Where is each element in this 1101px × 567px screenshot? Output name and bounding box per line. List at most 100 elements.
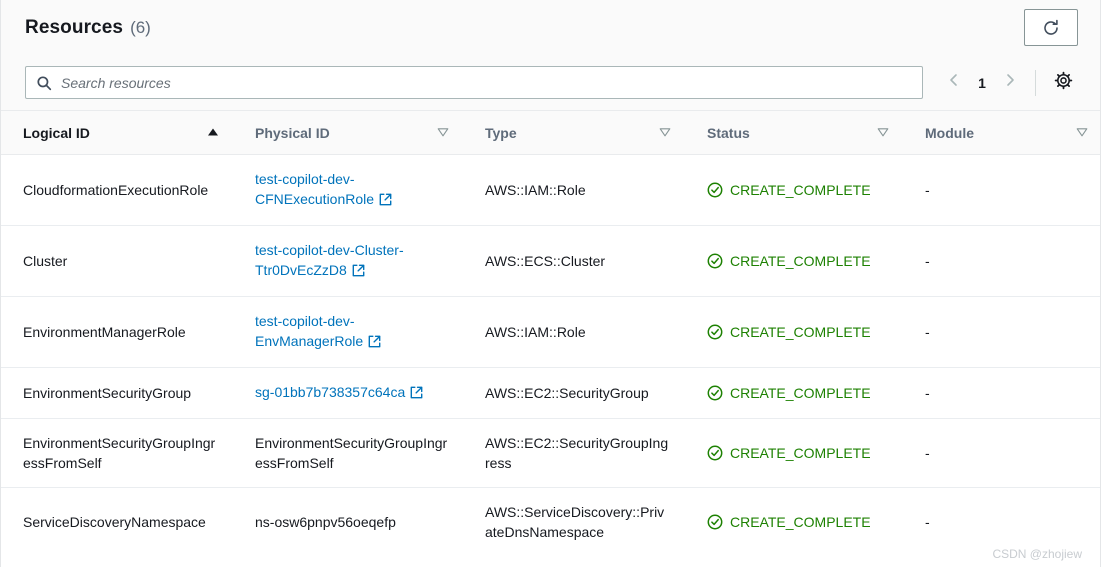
physical-id-link[interactable]: test-copilot-dev-CFNExecutionRole [255, 171, 392, 207]
cell-module: - [903, 155, 1100, 226]
panel-header: Resources (6) [1, 0, 1100, 55]
physical-id-link[interactable]: test-copilot-dev-Cluster-Ttr0DvEcZzD8 [255, 242, 404, 278]
cell-module: - [903, 368, 1100, 419]
table-header-row: Logical ID Physical ID [1, 111, 1100, 155]
status-badge: CREATE_COMPLETE [707, 512, 889, 532]
triangle-down-outline-icon [659, 125, 671, 141]
filter-row: Search resources 1 [1, 55, 1100, 110]
table-body: CloudformationExecutionRole test-copilot-… [1, 155, 1100, 557]
table-row: EnvironmentSecurityGroupIngressFromSelfE… [1, 419, 1100, 488]
triangle-down-outline-icon [877, 125, 889, 141]
cell-status: CREATE_COMPLETE [685, 297, 903, 368]
cell-module: - [903, 297, 1100, 368]
table-row: Cluster test-copilot-dev-Cluster-Ttr0DvEc… [1, 226, 1100, 297]
column-header-status[interactable]: Status [685, 111, 903, 155]
column-header-type-label: Type [485, 125, 517, 141]
cell-status: CREATE_COMPLETE [685, 488, 903, 557]
cell-physical-id[interactable]: sg-01bb7b738357c64ca [233, 368, 463, 419]
physical-id-link[interactable]: sg-01bb7b738357c64ca [255, 384, 423, 400]
status-label: CREATE_COMPLETE [730, 443, 871, 463]
status-label: CREATE_COMPLETE [730, 322, 871, 342]
table-row: EnvironmentManagerRole test-copilot-dev-E… [1, 297, 1100, 368]
cell-type: AWS::ServiceDiscovery::PrivateDnsNamespa… [463, 488, 685, 557]
triangle-down-outline-icon [1076, 125, 1088, 141]
page-title-text: Resources [25, 17, 123, 39]
status-badge: CREATE_COMPLETE [707, 180, 889, 200]
resources-table-container: Logical ID Physical ID [1, 110, 1100, 567]
cell-physical-id[interactable]: test-copilot-dev-CFNExecutionRole [233, 155, 463, 226]
physical-id-link-label: sg-01bb7b738357c64ca [255, 384, 405, 400]
cell-type: AWS::IAM::Role [463, 297, 685, 368]
cell-physical-id[interactable]: test-copilot-dev-Cluster-Ttr0DvEcZzD8 [233, 226, 463, 297]
cell-status: CREATE_COMPLETE [685, 155, 903, 226]
column-header-logical-id-label: Logical ID [23, 125, 90, 141]
status-success-icon [707, 514, 723, 530]
cell-type: AWS::ECS::Cluster [463, 226, 685, 297]
chevron-right-icon [1003, 73, 1017, 92]
cell-status: CREATE_COMPLETE [685, 368, 903, 419]
column-header-logical-id[interactable]: Logical ID [1, 111, 233, 155]
triangle-down-outline-icon [437, 125, 449, 141]
column-header-type[interactable]: Type [463, 111, 685, 155]
cell-logical-id: EnvironmentSecurityGroup [1, 368, 233, 419]
physical-id-link-label: test-copilot-dev-EnvManagerRole [255, 313, 363, 349]
status-badge: CREATE_COMPLETE [707, 443, 889, 463]
status-badge: CREATE_COMPLETE [707, 322, 889, 342]
cell-type: AWS::EC2::SecurityGroupIngress [463, 419, 685, 488]
external-link-icon [379, 191, 392, 211]
gear-icon [1054, 71, 1073, 95]
cell-module: - [903, 226, 1100, 297]
status-badge: CREATE_COMPLETE [707, 383, 889, 403]
search-input[interactable]: Search resources [25, 66, 923, 99]
cell-type: AWS::IAM::Role [463, 155, 685, 226]
table-row: CloudformationExecutionRole test-copilot-… [1, 155, 1100, 226]
cell-physical-id: EnvironmentSecurityGroupIngressFromSelf [233, 419, 463, 488]
status-success-icon [707, 324, 723, 340]
refresh-icon [1041, 18, 1061, 38]
cell-status: CREATE_COMPLETE [685, 419, 903, 488]
table-header: Logical ID Physical ID [1, 111, 1100, 155]
search-placeholder: Search resources [61, 75, 171, 91]
external-link-icon [410, 384, 423, 404]
cell-logical-id: ServiceDiscoveryNamespace [1, 488, 233, 557]
status-success-icon [707, 253, 723, 269]
column-header-physical-id[interactable]: Physical ID [233, 111, 463, 155]
pagination-next-button[interactable] [995, 68, 1025, 98]
status-success-icon [707, 385, 723, 401]
cell-physical-id: ns-osw6pnpv56oeqefp [233, 488, 463, 557]
status-success-icon [707, 445, 723, 461]
cell-logical-id: EnvironmentManagerRole [1, 297, 233, 368]
resources-panel: Resources (6) Search resources [0, 0, 1101, 567]
cell-physical-id[interactable]: test-copilot-dev-EnvManagerRole [233, 297, 463, 368]
physical-id-link-label: test-copilot-dev-Cluster-Ttr0DvEcZzD8 [255, 242, 404, 278]
column-header-module-label: Module [925, 125, 974, 141]
cell-module: - [903, 419, 1100, 488]
status-badge: CREATE_COMPLETE [707, 251, 889, 271]
cell-logical-id: EnvironmentSecurityGroupIngressFromSelf [1, 419, 233, 488]
table-row: ServiceDiscoveryNamespacens-osw6pnpv56oe… [1, 488, 1100, 557]
pagination: 1 [939, 68, 1078, 98]
status-label: CREATE_COMPLETE [730, 251, 871, 271]
pagination-prev-button[interactable] [939, 68, 969, 98]
cell-logical-id: Cluster [1, 226, 233, 297]
resources-table: Logical ID Physical ID [1, 110, 1100, 556]
cell-status: CREATE_COMPLETE [685, 226, 903, 297]
column-header-status-label: Status [707, 125, 750, 141]
page-title: Resources (6) [25, 17, 151, 39]
physical-id-link-label: test-copilot-dev-CFNExecutionRole [255, 171, 374, 207]
physical-id-link[interactable]: test-copilot-dev-EnvManagerRole [255, 313, 381, 349]
refresh-button[interactable] [1024, 9, 1078, 46]
search-icon [36, 75, 52, 91]
pagination-page-1[interactable]: 1 [971, 75, 993, 91]
status-label: CREATE_COMPLETE [730, 383, 871, 403]
cell-logical-id: CloudformationExecutionRole [1, 155, 233, 226]
cell-type: AWS::EC2::SecurityGroup [463, 368, 685, 419]
chevron-left-icon [947, 73, 961, 92]
status-label: CREATE_COMPLETE [730, 512, 871, 532]
external-link-icon [368, 333, 381, 353]
pagination-divider [1035, 70, 1036, 96]
table-preferences-button[interactable] [1048, 68, 1078, 98]
external-link-icon [352, 262, 365, 282]
column-header-module[interactable]: Module [903, 111, 1100, 155]
column-header-physical-id-label: Physical ID [255, 125, 330, 141]
